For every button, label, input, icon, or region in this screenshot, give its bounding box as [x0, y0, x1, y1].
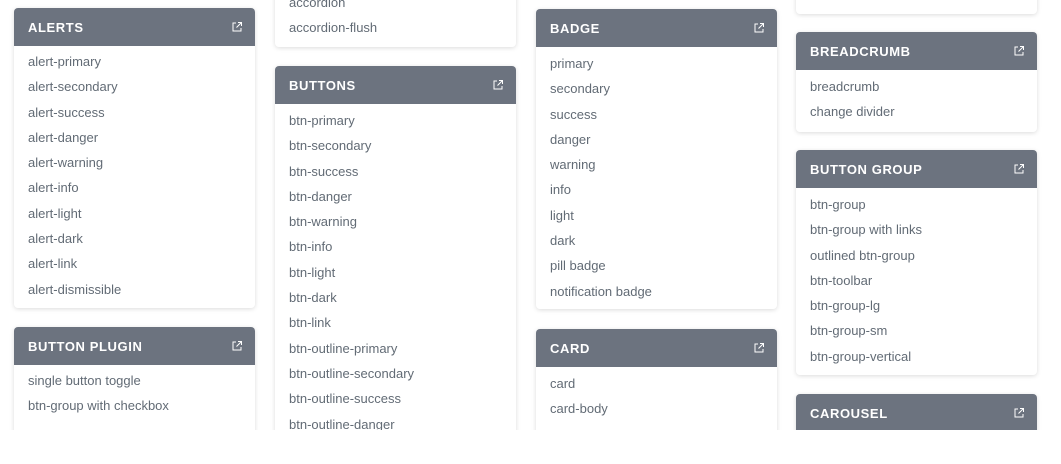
- external-link-icon[interactable]: [1013, 407, 1025, 419]
- breadcrumb-card-title: BREADCRUMB: [810, 43, 911, 59]
- external-link-icon[interactable]: [492, 79, 504, 91]
- breadcrumb-card-header: BREADCRUMB: [796, 32, 1037, 70]
- list-item-btn-group-vertical[interactable]: btn-group-vertical: [810, 344, 1023, 369]
- button-group-card-header: BUTTON GROUP: [796, 150, 1037, 188]
- external-link-icon[interactable]: [231, 21, 243, 33]
- list-item-btn-link[interactable]: btn-link: [289, 310, 502, 335]
- list-item-accordion[interactable]: accordion: [289, 0, 502, 15]
- badge-card-title: BADGE: [550, 20, 600, 36]
- list-item-change-divider[interactable]: change divider: [810, 99, 1023, 124]
- button-group-list: btn-group btn-group with links outlined …: [796, 188, 1037, 369]
- button-plugin-card-title: BUTTON PLUGIN: [28, 338, 143, 354]
- list-item-btn-info[interactable]: btn-info: [289, 234, 502, 259]
- list-item-badge-dark[interactable]: dark: [550, 228, 763, 253]
- buttons-card-header: BUTTONS: [275, 66, 516, 104]
- external-link-icon[interactable]: [1013, 163, 1025, 175]
- list-item-btn-outline-secondary[interactable]: btn-outline-secondary: [289, 361, 502, 386]
- external-link-icon[interactable]: [1013, 45, 1025, 57]
- accordion-card: accordion accordion-flush: [275, 0, 516, 47]
- button-group-card: BUTTON GROUP btn-group btn-group with li…: [796, 150, 1037, 375]
- list-item-alert-info[interactable]: alert-info: [28, 175, 241, 200]
- list-item-btn-outline-primary[interactable]: btn-outline-primary: [289, 336, 502, 361]
- list-item-btn-dark[interactable]: btn-dark: [289, 285, 502, 310]
- list-item-btn-group-lg[interactable]: btn-group-lg: [810, 293, 1023, 318]
- badge-card-header: BADGE: [536, 9, 777, 47]
- list-item-card-body[interactable]: card-body: [550, 396, 763, 421]
- external-link-icon[interactable]: [753, 342, 765, 354]
- list-item-btn-warning[interactable]: btn-warning: [289, 209, 502, 234]
- list-item-btn-light[interactable]: btn-light: [289, 260, 502, 285]
- list-item-alert-secondary[interactable]: alert-secondary: [28, 74, 241, 99]
- list-item-badge-danger[interactable]: danger: [550, 127, 763, 152]
- list-item-card[interactable]: card: [550, 371, 763, 396]
- buttons-card: BUTTONS btn-primary btn-secondary btn-su…: [275, 66, 516, 456]
- list-item-alert-link[interactable]: alert-link: [28, 251, 241, 276]
- list-item-btn-secondary[interactable]: btn-secondary: [289, 133, 502, 158]
- buttons-card-title: BUTTONS: [289, 77, 356, 93]
- list-item-notification-badge[interactable]: notification badge: [550, 279, 763, 304]
- alerts-card: ALERTS alert-primary alert-secondary ale…: [14, 8, 255, 308]
- list-item-btn-group-links[interactable]: btn-group with links: [810, 217, 1023, 242]
- list-item-badge-warning[interactable]: warning: [550, 152, 763, 177]
- button-group-card-title: BUTTON GROUP: [810, 161, 923, 177]
- list-item-btn-toolbar[interactable]: btn-toolbar: [810, 268, 1023, 293]
- list-item-alert-success[interactable]: alert-success: [28, 100, 241, 125]
- card-card-title: CARD: [550, 340, 590, 356]
- list-item-btn-primary[interactable]: btn-primary: [289, 108, 502, 133]
- list-item-badge-primary[interactable]: primary: [550, 51, 763, 76]
- list-item-badge-secondary[interactable]: secondary: [550, 76, 763, 101]
- list-item-btn-group-checkbox[interactable]: btn-group with checkbox: [28, 393, 241, 418]
- button-plugin-list: single button toggle btn-group with chec…: [14, 365, 255, 419]
- list-item-alert-danger[interactable]: alert-danger: [28, 125, 241, 150]
- viewport-bottom-edge: [0, 430, 1061, 464]
- carousel-card-header: CAROUSEL: [796, 394, 1037, 432]
- list-item-alert-dark[interactable]: alert-dark: [28, 226, 241, 251]
- list-item-alert-dismissible[interactable]: alert-dismissible: [28, 277, 241, 302]
- list-item-alert-warning[interactable]: alert-warning: [28, 150, 241, 175]
- external-link-icon[interactable]: [753, 22, 765, 34]
- partial-top-card: [796, 0, 1037, 14]
- alerts-card-title: ALERTS: [28, 19, 84, 35]
- list-item-btn-outline-success[interactable]: btn-outline-success: [289, 386, 502, 411]
- badge-list: primary secondary success danger warning…: [536, 47, 777, 304]
- list-item-single-button-toggle[interactable]: single button toggle: [28, 368, 241, 393]
- breadcrumb-list: breadcrumb change divider: [796, 70, 1037, 125]
- list-item-alert-light[interactable]: alert-light: [28, 201, 241, 226]
- accordion-list: accordion accordion-flush: [275, 0, 516, 41]
- alerts-card-header: ALERTS: [14, 8, 255, 46]
- list-item-btn-group[interactable]: btn-group: [810, 192, 1023, 217]
- list-item-breadcrumb[interactable]: breadcrumb: [810, 74, 1023, 99]
- button-plugin-card: BUTTON PLUGIN single button toggle btn-g…: [14, 327, 255, 447]
- card-list: card card-body: [536, 367, 777, 422]
- buttons-list: btn-primary btn-secondary btn-success bt…: [275, 104, 516, 437]
- list-item-btn-success[interactable]: btn-success: [289, 159, 502, 184]
- list-item-badge-success[interactable]: success: [550, 102, 763, 127]
- list-item-alert-primary[interactable]: alert-primary: [28, 49, 241, 74]
- button-plugin-card-header: BUTTON PLUGIN: [14, 327, 255, 365]
- list-item-outlined-btn-group[interactable]: outlined btn-group: [810, 243, 1023, 268]
- list-item-btn-group-sm[interactable]: btn-group-sm: [810, 318, 1023, 343]
- list-item-pill-badge[interactable]: pill badge: [550, 253, 763, 278]
- breadcrumb-card: BREADCRUMB breadcrumb change divider: [796, 32, 1037, 132]
- alerts-list: alert-primary alert-secondary alert-succ…: [14, 46, 255, 302]
- list-item-btn-danger[interactable]: btn-danger: [289, 184, 502, 209]
- list-item-accordion-flush[interactable]: accordion-flush: [289, 15, 502, 40]
- external-link-icon[interactable]: [231, 340, 243, 352]
- list-item-badge-info[interactable]: info: [550, 177, 763, 202]
- list-item-badge-light[interactable]: light: [550, 203, 763, 228]
- card-card-header: CARD: [536, 329, 777, 367]
- carousel-card-title: CAROUSEL: [810, 405, 888, 421]
- badge-card: BADGE primary secondary success danger w…: [536, 9, 777, 309]
